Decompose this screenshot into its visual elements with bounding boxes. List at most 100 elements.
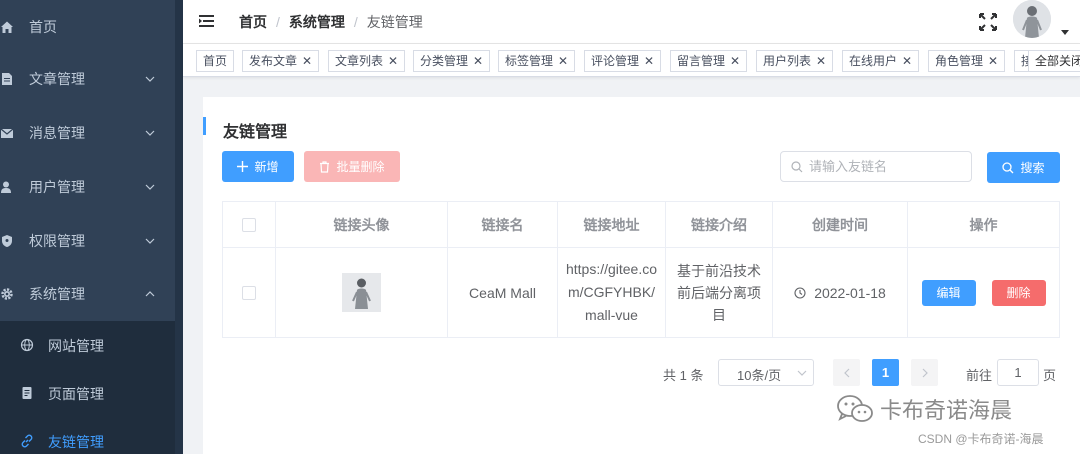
title-accent-bar <box>203 117 206 135</box>
row-created-cell: 2022-01-18 <box>773 248 908 337</box>
search-input[interactable] <box>809 152 959 181</box>
tag-home[interactable]: 首页 <box>196 50 235 72</box>
avatar[interactable] <box>1013 0 1051 38</box>
chevron-down-icon <box>145 130 155 136</box>
search-input-wrapper[interactable] <box>780 151 972 182</box>
search-icon <box>791 161 803 173</box>
close-icon[interactable]: ✕ <box>473 54 483 68</box>
sidebar-item-label: 系统管理 <box>29 286 85 302</box>
table-header: 链接头像 链接名 链接地址 链接介绍 创建时间 操作 <box>223 202 1059 248</box>
tag-comments[interactable]: 评论管理 ✕ <box>584 50 662 72</box>
links-table: 链接头像 链接名 链接地址 链接介绍 创建时间 操作 CeaM Mall htt… <box>222 201 1060 338</box>
row-intro-cell: 基于前沿技术前后端分离项目 <box>666 248 773 337</box>
search-button-label: 搜索 <box>1020 161 1045 175</box>
wechat-icon <box>837 395 873 422</box>
sidebar: 首页 文章管理 消息管理 用户管理 权限管理 系统管理 网站管理 页面管理 友链… <box>0 0 175 454</box>
tag-messages[interactable]: 留言管理 ✕ <box>670 50 748 72</box>
wechat-watermark: 卡布奇诺海晨 <box>836 393 1012 425</box>
tag-label: 留言管理 <box>677 54 726 68</box>
sidebar-item-messages[interactable]: 消息管理 <box>0 106 175 160</box>
plus-icon <box>237 161 249 172</box>
close-icon[interactable]: ✕ <box>644 54 654 68</box>
tag-label: 发布文章 <box>249 54 298 68</box>
sidebar-item-label: 文章管理 <box>29 71 85 87</box>
prev-page-button[interactable] <box>833 359 860 386</box>
pagination-goto-label: 前往 <box>966 368 993 383</box>
page-title: 友链管理 <box>223 124 288 141</box>
sidebar-subitem-pages[interactable]: 页面管理 <box>0 369 175 417</box>
sidebar-item-users[interactable]: 用户管理 <box>0 160 175 214</box>
row-created: 2022-01-18 <box>814 284 886 301</box>
tag-user-list[interactable]: 用户列表 ✕ <box>756 50 834 72</box>
goto-page-input[interactable] <box>997 359 1039 386</box>
row-url-cell: https://gitee.com/CGFYHBK/mall-vue <box>558 248 666 337</box>
shield-icon <box>0 234 14 248</box>
tag-publish-article[interactable]: 发布文章 ✕ <box>242 50 320 72</box>
breadcrumb-current: 友链管理 <box>366 14 423 30</box>
batch-delete-label: 批量删除 <box>336 160 385 174</box>
link-icon <box>21 434 33 448</box>
sidebar-item-label: 用户管理 <box>29 179 85 195</box>
sidebar-subitem-website[interactable]: 网站管理 <box>0 321 175 369</box>
link-avatar-image[interactable] <box>342 273 381 312</box>
document-icon <box>0 72 14 86</box>
breadcrumb: 首页 / 系统管理 / 友链管理 <box>239 12 423 32</box>
fullscreen-icon[interactable] <box>978 12 998 32</box>
close-icon[interactable]: ✕ <box>558 54 568 68</box>
header-select-cell <box>223 202 276 247</box>
tag-label: 首页 <box>203 54 228 68</box>
breadcrumb-system[interactable]: 系统管理 <box>289 12 345 32</box>
table-row: CeaM Mall https://gitee.com/CGFYHBK/mall… <box>223 248 1059 337</box>
tag-article-list[interactable]: 文章列表 ✕ <box>328 50 406 72</box>
page-size-select[interactable]: 10条/页 <box>718 359 814 386</box>
sidebar-item-system[interactable]: 系统管理 <box>0 267 175 321</box>
close-icon[interactable]: ✕ <box>302 54 312 68</box>
add-button[interactable]: 新增 <box>222 151 294 182</box>
sidebar-item-label: 首页 <box>29 19 57 35</box>
chevron-down-icon <box>145 184 155 190</box>
search-button[interactable]: 搜索 <box>987 152 1060 183</box>
header-created: 创建时间 <box>773 202 908 247</box>
next-page-button[interactable] <box>911 359 938 386</box>
close-icon[interactable]: ✕ <box>730 54 740 68</box>
row-checkbox[interactable] <box>242 285 256 300</box>
tag-online-users[interactable]: 在线用户 ✕ <box>842 50 920 72</box>
csdn-watermark: CSDN @卡布奇诺-海晨 <box>918 432 1044 446</box>
batch-delete-button[interactable]: 批量删除 <box>304 151 400 182</box>
sidebar-subitem-links[interactable]: 友链管理 <box>0 417 175 454</box>
select-all-checkbox[interactable] <box>242 217 256 232</box>
sidebar-item-articles[interactable]: 文章管理 <box>0 52 175 106</box>
close-icon[interactable]: ✕ <box>988 54 998 68</box>
tag-categories[interactable]: 分类管理 ✕ <box>413 50 491 72</box>
hamburger-icon[interactable] <box>199 13 215 29</box>
close-icon[interactable]: ✕ <box>816 54 826 68</box>
header-intro: 链接介绍 <box>666 202 773 247</box>
header-url: 链接地址 <box>558 202 666 247</box>
search-icon <box>1002 161 1014 173</box>
chevron-left-icon <box>843 368 849 377</box>
trash-icon <box>320 160 330 173</box>
close-icon[interactable]: ✕ <box>902 54 912 68</box>
page-number-button[interactable]: 1 <box>872 359 899 386</box>
row-intro: 基于前沿技术前后端分离项目 <box>677 262 761 323</box>
close-all-tags-button[interactable]: 全部关闭 <box>1028 50 1080 72</box>
tag-label: 用户列表 <box>763 54 812 68</box>
mail-icon <box>0 126 14 140</box>
sidebar-item-label: 消息管理 <box>29 125 85 141</box>
delete-button[interactable]: 删除 <box>991 279 1046 306</box>
close-icon[interactable]: ✕ <box>388 54 398 68</box>
breadcrumb-home[interactable]: 首页 <box>239 12 267 32</box>
tag-tags[interactable]: 标签管理 ✕ <box>498 50 576 72</box>
row-name: CeaM Mall <box>448 248 558 337</box>
user-icon <box>0 180 14 194</box>
chevron-down-icon <box>145 238 155 244</box>
sidebar-item-home[interactable]: 首页 <box>0 0 175 54</box>
clock-icon <box>794 286 806 299</box>
watermark-text: 卡布奇诺海晨 <box>880 398 1013 423</box>
caret-down-icon[interactable] <box>1061 30 1069 35</box>
sidebar-item-label: 权限管理 <box>29 233 85 249</box>
sidebar-item-permissions[interactable]: 权限管理 <box>0 214 175 268</box>
edit-button[interactable]: 编辑 <box>921 279 976 306</box>
breadcrumb-separator: / <box>276 14 280 30</box>
tag-roles[interactable]: 角色管理 ✕ <box>928 50 1006 72</box>
